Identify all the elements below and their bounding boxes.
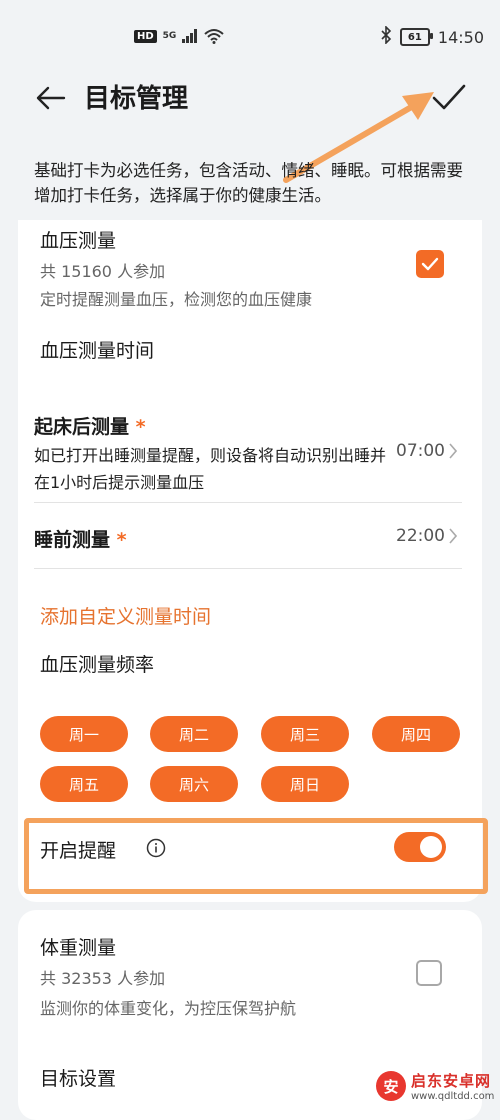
wake-measure-label[interactable]: 起床后测量 * <box>34 412 146 439</box>
sleep-time-value: 22:00 <box>396 526 445 546</box>
add-custom-time-link[interactable]: 添加自定义测量时间 <box>40 602 211 629</box>
wake-measure-time[interactable]: 07:00 <box>396 441 457 461</box>
watermark-url: www.qdltdd.com <box>411 1091 495 1102</box>
day-chip-wed[interactable]: 周三 <box>261 716 349 752</box>
status-indicators: HD 5G <box>134 28 224 44</box>
page-title: 目标管理 <box>84 84 189 114</box>
weight-subtitle: 监测你的体重变化，为控压保驾护航 <box>40 999 297 1018</box>
day-chip-mon[interactable]: 周一 <box>40 716 128 752</box>
weight-participants: 共 32353 人参加 <box>40 969 166 988</box>
status-time: 14:50 <box>437 27 484 47</box>
day-chip-sat[interactable]: 周六 <box>150 766 238 802</box>
page-description: 基础打卡为必选任务，包含活动、情绪、睡眠。可根据需要增加打卡任务，选择属于你的健… <box>34 161 463 205</box>
day-chip-thu[interactable]: 周四 <box>372 716 460 752</box>
status-right: 61 14:50 <box>380 25 484 48</box>
watermark-logo-icon: 安 <box>376 1071 406 1101</box>
hd-badge: HD <box>134 29 157 43</box>
back-arrow-icon[interactable] <box>34 82 66 114</box>
weight-title: 体重测量 <box>40 937 117 959</box>
battery-icon: 61 <box>399 28 433 46</box>
wifi-icon <box>204 29 224 44</box>
wake-time-value: 07:00 <box>396 441 445 461</box>
goal-setting-label[interactable]: 目标设置 <box>40 1064 116 1091</box>
day-chip-fri[interactable]: 周五 <box>40 766 128 802</box>
day-chip-tue[interactable]: 周二 <box>150 716 238 752</box>
battery-level: 61 <box>407 31 422 43</box>
blood-pressure-participants: 共 15160 人参加 <box>40 262 166 281</box>
blood-pressure-checkbox[interactable] <box>416 250 444 278</box>
info-icon[interactable] <box>146 838 166 858</box>
blood-pressure-subtitle: 定时提醒测量血压，检测您的血压健康 <box>40 290 313 309</box>
signal-icon <box>182 29 198 43</box>
reminder-label: 开启提醒 <box>40 840 117 862</box>
watermark-name: 启东安卓网 <box>411 1072 492 1090</box>
reminder-toggle[interactable] <box>394 832 446 862</box>
checkmark-icon <box>421 257 439 271</box>
frequency-heading: 血压测量频率 <box>40 654 155 676</box>
chevron-right-icon <box>449 443 457 459</box>
sleep-label-text: 睡前测量 <box>34 529 111 551</box>
sleep-measure-time[interactable]: 22:00 <box>396 526 457 546</box>
network-type: 5G <box>162 31 177 41</box>
weight-checkbox[interactable] <box>416 960 442 986</box>
measure-time-heading: 血压测量时间 <box>40 340 155 362</box>
wake-measure-description: 如已打开出睡测量提醒，则设备将自动识别出睡并在1小时后提示测量血压 <box>34 446 387 492</box>
sleep-measure-label[interactable]: 睡前测量 * <box>34 525 127 552</box>
divider <box>34 568 462 569</box>
required-mark: * <box>116 529 127 551</box>
blood-pressure-title: 血压测量 <box>40 230 117 252</box>
watermark: 安 启东安卓网 www.qdltdd.com <box>376 1070 494 1102</box>
divider <box>34 502 462 503</box>
status-bar: HD 5G 61 14:50 <box>0 0 500 70</box>
bluetooth-icon <box>380 25 392 48</box>
required-mark: * <box>135 416 146 438</box>
wake-label-text: 起床后测量 <box>34 416 130 438</box>
day-chip-sun[interactable]: 周日 <box>261 766 349 802</box>
chevron-right-icon <box>449 528 457 544</box>
